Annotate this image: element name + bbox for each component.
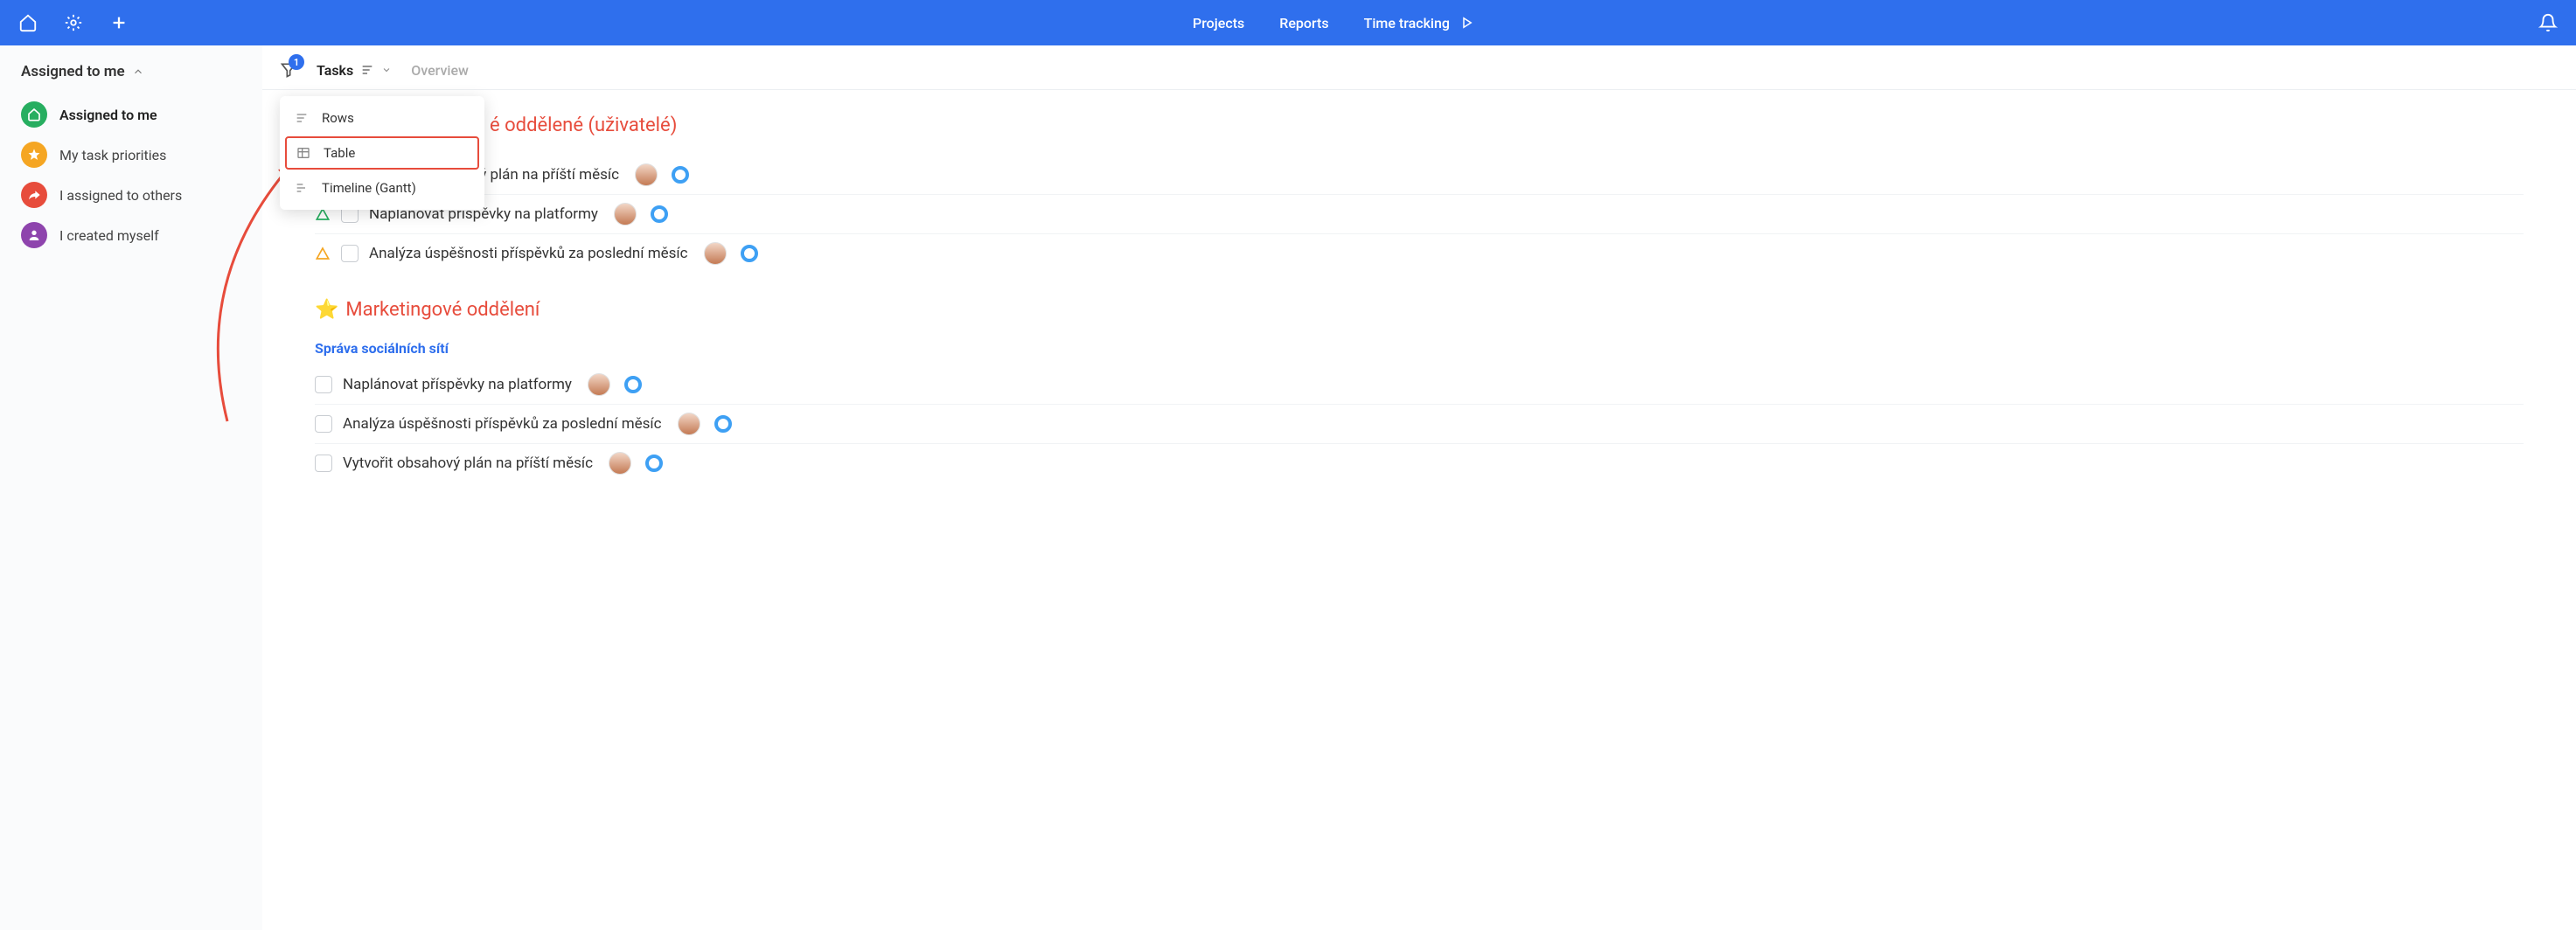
gear-icon[interactable] <box>63 12 84 33</box>
task-checkbox[interactable] <box>315 455 332 472</box>
topbar: Projects Reports Time tracking <box>0 0 2576 45</box>
filter-badge: 1 <box>289 54 304 70</box>
star-badge-icon <box>21 142 47 168</box>
user-badge-icon <box>21 222 47 248</box>
task-checkbox[interactable] <box>341 245 359 262</box>
status-circle[interactable] <box>645 455 663 472</box>
task-title: Vytvořit obsahový plán na příští měsíc <box>343 455 593 472</box>
status-circle[interactable] <box>672 166 689 184</box>
status-circle[interactable] <box>714 415 732 433</box>
main-panel: 1 Tasks Overview Rows <box>262 45 2576 930</box>
play-icon <box>1459 15 1474 31</box>
topbar-right <box>2538 12 2559 33</box>
home-badge-icon <box>21 101 47 128</box>
chevron-up-icon <box>132 66 144 78</box>
avatar[interactable] <box>609 452 631 475</box>
tabbar: 1 Tasks Overview <box>262 45 2576 90</box>
sidebar-item-i-created-myself[interactable]: I created myself <box>21 222 241 248</box>
nav-timetracking[interactable]: Time tracking <box>1364 15 1474 31</box>
sidebar-item-label: Assigned to me <box>59 107 157 123</box>
task-group-1: Vytvořit obsahový plán na příští měsíc N… <box>315 156 2524 273</box>
task-row[interactable]: Vytvořit obsahový plán na příští měsíc <box>315 444 2524 482</box>
task-title: Analýza úspěšnosti příspěvků za poslední… <box>343 415 662 433</box>
task-row[interactable]: Naplánovat příspěvky na platformy <box>315 195 2524 234</box>
dropdown-item-label: Rows <box>322 110 354 126</box>
sidebar-item-my-task-priorities[interactable]: My task priorities <box>21 142 241 168</box>
avatar[interactable] <box>614 203 637 226</box>
avatar[interactable] <box>635 163 658 186</box>
task-checkbox[interactable] <box>315 415 332 433</box>
page-body: Assigned to me Assigned to me My task pr… <box>0 45 2576 930</box>
subsection-heading[interactable]: Správa sociálních sítí <box>315 340 2524 357</box>
dropdown-item-label: Timeline (Gantt) <box>322 180 416 196</box>
list-view-icon <box>360 63 374 77</box>
sidebar-item-label: My task priorities <box>59 147 166 163</box>
bell-icon[interactable] <box>2538 12 2559 33</box>
status-circle[interactable] <box>624 376 642 393</box>
sidebar-title-label: Assigned to me <box>21 63 125 80</box>
section-heading-2: ⭐ Marketingové oddělení <box>315 299 2524 321</box>
dropdown-item-table[interactable]: Table <box>285 136 479 170</box>
nav-reports[interactable]: Reports <box>1279 15 1328 31</box>
tab-tasks-label: Tasks <box>317 62 353 79</box>
priority-icon <box>315 246 331 261</box>
tab-overview[interactable]: Overview <box>411 62 469 79</box>
task-row[interactable]: Naplánovat příspěvky na platformy <box>315 365 2524 405</box>
topbar-center-nav: Projects Reports Time tracking <box>129 15 2538 31</box>
section-heading-label: Marketingové oddělení <box>345 299 540 321</box>
share-badge-icon <box>21 182 47 208</box>
sidebar-item-assigned-to-me[interactable]: Assigned to me <box>21 101 241 128</box>
task-checkbox[interactable] <box>315 376 332 393</box>
plus-icon[interactable] <box>108 12 129 33</box>
sidebar-item-i-assigned-to-others[interactable]: I assigned to others <box>21 182 241 208</box>
content-area: é oddělené (uživatelé) Vytvořit obsahový… <box>262 90 2576 507</box>
status-circle[interactable] <box>741 245 758 262</box>
avatar[interactable] <box>678 413 700 435</box>
sidebar: Assigned to me Assigned to me My task pr… <box>0 45 262 930</box>
timeline-icon <box>294 181 310 195</box>
nav-projects[interactable]: Projects <box>1193 15 1244 31</box>
task-group-2: Naplánovat příspěvky na platformy Analýz… <box>315 365 2524 482</box>
sidebar-title[interactable]: Assigned to me <box>21 63 241 80</box>
tab-tasks[interactable]: Tasks <box>317 62 392 79</box>
dropdown-item-timeline[interactable]: Timeline (Gantt) <box>280 171 484 205</box>
view-dropdown: Rows Table Timeline (Gantt) <box>280 96 484 210</box>
section-heading-partial: é oddělené (uživatelé) <box>490 115 2524 136</box>
task-row[interactable]: Vytvořit obsahový plán na příští měsíc <box>315 156 2524 195</box>
home-icon[interactable] <box>17 12 38 33</box>
dropdown-item-label: Table <box>324 145 355 161</box>
task-title: Analýza úspěšnosti příspěvků za poslední… <box>369 245 688 262</box>
avatar[interactable] <box>588 373 610 396</box>
task-title: Naplánovat příspěvky na platformy <box>343 376 572 393</box>
task-row[interactable]: Analýza úspěšnosti příspěvků za poslední… <box>315 234 2524 273</box>
topbar-left <box>17 12 129 33</box>
sidebar-items: Assigned to me My task priorities I assi… <box>21 101 241 248</box>
sidebar-item-label: I created myself <box>59 227 159 244</box>
rows-icon <box>294 111 310 125</box>
task-row[interactable]: Analýza úspěšnosti příspěvků za poslední… <box>315 405 2524 444</box>
star-icon: ⭐ <box>315 299 338 321</box>
table-icon <box>296 146 311 160</box>
dropdown-item-rows[interactable]: Rows <box>280 101 484 135</box>
chevron-down-icon <box>381 65 392 75</box>
nav-timetracking-label: Time tracking <box>1364 15 1450 31</box>
filter-button[interactable]: 1 <box>280 61 297 79</box>
sidebar-item-label: I assigned to others <box>59 187 182 204</box>
avatar[interactable] <box>704 242 727 265</box>
status-circle[interactable] <box>651 205 668 223</box>
